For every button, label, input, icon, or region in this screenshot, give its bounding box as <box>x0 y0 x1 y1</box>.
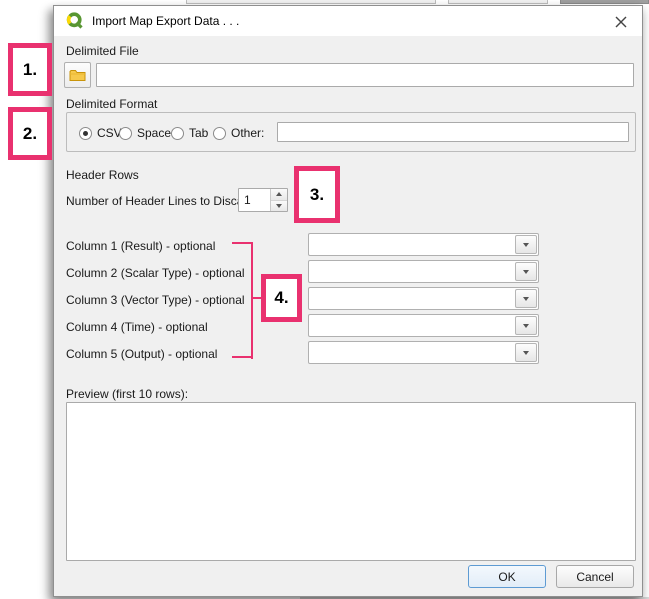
radio-tab-label: Tab <box>189 126 208 140</box>
column-5-label: Column 5 (Output) - optional <box>66 347 217 361</box>
background-window-sliver <box>560 0 649 4</box>
ok-button[interactable]: OK <box>468 565 546 588</box>
annotation-step-2: 2. <box>8 107 52 160</box>
window-title: Import Map Export Data . . . <box>92 14 239 28</box>
header-lines-discard-label: Number of Header Lines to Discard: <box>66 194 257 208</box>
column-2-label: Column 2 (Scalar Type) - optional <box>66 266 245 280</box>
delimited-file-input[interactable] <box>96 63 634 87</box>
radio-space-label: Space <box>137 126 171 140</box>
chevron-down-icon[interactable] <box>515 343 537 362</box>
combo-value <box>309 342 514 363</box>
radio-button[interactable] <box>119 127 132 140</box>
column-5-combo[interactable] <box>308 341 539 364</box>
chevron-down-icon[interactable] <box>515 235 537 254</box>
annotation-step-4: 4. <box>261 274 302 322</box>
radio-other-label: Other: <box>231 126 264 140</box>
close-icon[interactable] <box>612 13 630 31</box>
chevron-down-icon[interactable] <box>515 289 537 308</box>
annotation-step-3: 3. <box>294 166 340 223</box>
preview-label: Preview (first 10 rows): <box>66 387 188 401</box>
radio-csv[interactable]: CSV <box>79 126 122 140</box>
combo-value <box>309 261 514 282</box>
column-3-label: Column 3 (Vector Type) - optional <box>66 293 245 307</box>
combo-value <box>309 288 514 309</box>
chevron-down-icon[interactable] <box>515 262 537 281</box>
combo-value <box>309 315 514 336</box>
import-map-export-dialog: Import Map Export Data . . . Delimited F… <box>53 5 643 597</box>
column-2-combo[interactable] <box>308 260 539 283</box>
annotation-bracket-vertical <box>251 242 253 359</box>
radio-csv-label: CSV <box>97 126 122 140</box>
header-rows-label: Header Rows <box>66 168 139 182</box>
chevron-up-icon[interactable] <box>271 189 287 201</box>
delimited-format-group: CSV Space Tab Other: <box>66 112 636 152</box>
radio-button[interactable] <box>213 127 226 140</box>
radio-space[interactable]: Space <box>119 126 171 140</box>
column-1-combo[interactable] <box>308 233 539 256</box>
annotation-step-1: 1. <box>8 43 52 96</box>
chevron-down-icon[interactable] <box>515 316 537 335</box>
delimited-file-label: Delimited File <box>66 44 139 58</box>
column-4-combo[interactable] <box>308 314 539 337</box>
column-4-label: Column 4 (Time) - optional <box>66 320 208 334</box>
annotation-bracket-bottom <box>232 356 253 358</box>
column-3-combo[interactable] <box>308 287 539 310</box>
browse-file-button[interactable] <box>64 62 91 88</box>
other-delimiter-input[interactable] <box>277 122 629 142</box>
delimited-format-label: Delimited Format <box>66 97 157 111</box>
title-bar[interactable]: Import Map Export Data . . . <box>54 6 642 36</box>
background-window-sliver <box>448 0 548 4</box>
radio-button[interactable] <box>79 127 92 140</box>
spinner-value: 1 <box>239 189 270 211</box>
combo-value <box>309 234 514 255</box>
folder-icon <box>69 68 86 82</box>
radio-other[interactable]: Other: <box>213 126 264 140</box>
column-1-label: Column 1 (Result) - optional <box>66 239 215 253</box>
cancel-button[interactable]: Cancel <box>556 565 634 588</box>
chevron-down-icon[interactable] <box>271 201 287 212</box>
page-background: Import Map Export Data . . . Delimited F… <box>0 0 649 599</box>
qgis-logo-icon <box>66 12 84 30</box>
background-window-sliver <box>186 0 436 4</box>
header-lines-spinner[interactable]: 1 <box>238 188 288 212</box>
radio-button[interactable] <box>171 127 184 140</box>
preview-area[interactable] <box>66 402 636 561</box>
annotation-bracket-top <box>232 242 253 244</box>
radio-tab[interactable]: Tab <box>171 126 208 140</box>
